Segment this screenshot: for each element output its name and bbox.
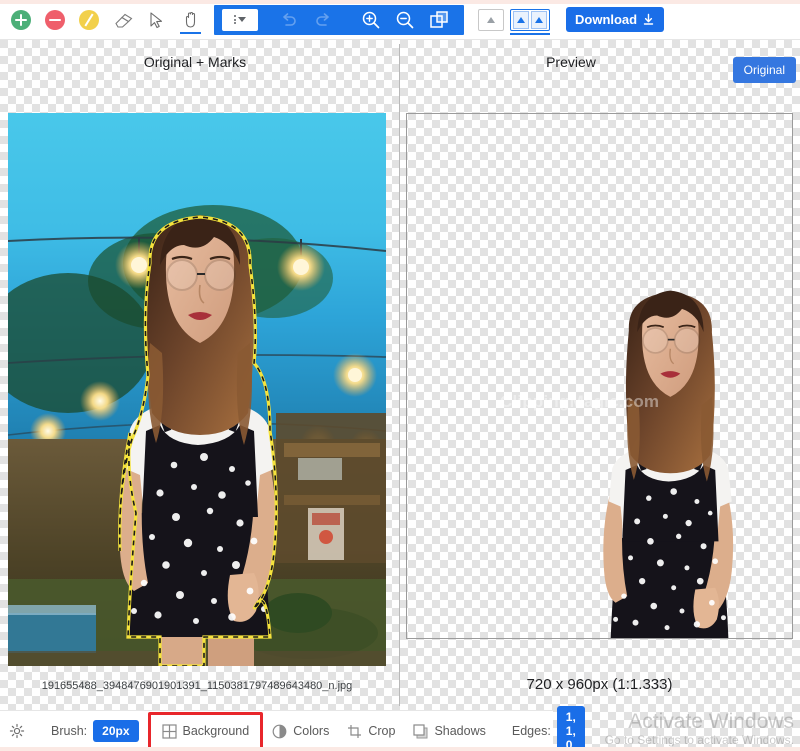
zoom-in-button[interactable] — [354, 6, 388, 34]
zoom-out-button[interactable] — [388, 6, 422, 34]
hand-icon — [181, 10, 201, 30]
view-mode-group — [478, 9, 550, 31]
colors-button[interactable]: Colors — [263, 716, 338, 746]
fit-to-screen-button[interactable] — [422, 6, 456, 34]
background-highlight-box: Background — [148, 712, 264, 750]
preview-cutout — [407, 114, 792, 638]
top-toolbar: Download — [0, 0, 800, 40]
zoom-out-icon — [394, 9, 416, 31]
fit-screen-icon — [428, 9, 450, 31]
download-button[interactable]: Download — [566, 7, 664, 32]
zoom-controls-group — [214, 5, 464, 35]
pointer-tool[interactable] — [141, 5, 172, 35]
activate-windows-subtitle: Go to Settings to activate Windows. — [605, 733, 794, 747]
clipping-magic-editor: Download ? ✕ Original + Marks Preview Or… — [0, 0, 800, 751]
activate-windows-title: Activate Windows — [605, 711, 794, 733]
edges-label: Edges: — [512, 724, 551, 738]
eraser-icon — [113, 10, 133, 30]
shadow-squares-icon — [413, 724, 428, 739]
crop-button[interactable]: Crop — [338, 716, 404, 746]
bottom-accent-stripe — [0, 747, 800, 751]
edges-control[interactable]: Edges: 1, 1, 0 — [503, 716, 594, 746]
shadows-label: Shadows — [434, 724, 485, 738]
background-button[interactable]: Background — [153, 716, 259, 746]
redo-button[interactable] — [306, 6, 340, 34]
settings-button[interactable] — [0, 716, 34, 746]
tool-options-dropdown[interactable] — [222, 9, 258, 31]
background-label: Background — [183, 724, 250, 738]
chevron-down-icon — [238, 17, 246, 22]
edges-value-badge[interactable]: 1, 1, 0 — [557, 706, 585, 751]
view-single-button[interactable] — [478, 9, 504, 31]
single-pane-icon — [487, 17, 495, 23]
view-split-button[interactable] — [510, 9, 550, 31]
shadows-button[interactable]: Shadows — [404, 716, 494, 746]
colors-label: Colors — [293, 724, 329, 738]
preview-dimensions: 720 x 960px (1:1.333) — [406, 676, 793, 693]
undo-arrow-icon — [279, 10, 299, 30]
original-image-canvas[interactable] — [8, 113, 386, 666]
original-photo — [8, 113, 386, 666]
gear-icon — [9, 723, 25, 739]
original-toggle-button[interactable]: Original — [733, 57, 796, 83]
slash-circle-icon — [79, 10, 99, 30]
crop-icon — [347, 724, 362, 739]
brush-label: Brush: — [51, 724, 87, 738]
plus-circle-icon — [11, 10, 31, 30]
zoom-in-icon — [360, 9, 382, 31]
original-filename: 191655488_3948476901901391_1150381797489… — [0, 680, 394, 692]
redo-arrow-icon — [313, 10, 333, 30]
right-panel-title: Preview — [406, 54, 736, 70]
add-marker-green-tool[interactable] — [5, 5, 36, 35]
windows-activation-watermark: Activate Windows Go to Settings to activ… — [605, 711, 794, 747]
grid-squares-icon — [162, 724, 177, 739]
undo-button[interactable] — [272, 6, 306, 34]
remove-marker-red-tool[interactable] — [39, 5, 70, 35]
download-icon — [642, 13, 655, 26]
split-pane-left-icon — [513, 11, 529, 29]
minus-circle-icon — [45, 10, 65, 30]
vertical-dots-icon — [234, 15, 236, 24]
split-pane-right-icon — [531, 11, 547, 29]
preview-frame[interactable] — [406, 113, 793, 639]
pan-hand-tool[interactable] — [175, 5, 206, 35]
contrast-circle-icon — [272, 724, 287, 739]
download-label: Download — [575, 12, 637, 27]
panel-divider — [399, 44, 400, 706]
hair-marker-yellow-tool[interactable] — [73, 5, 104, 35]
eraser-tool[interactable] — [107, 5, 138, 35]
crop-label: Crop — [368, 724, 395, 738]
brush-size-badge[interactable]: 20px — [93, 720, 138, 742]
brush-size-control[interactable]: Brush: 20px — [42, 716, 148, 746]
left-panel-title: Original + Marks — [0, 54, 390, 70]
cursor-arrow-icon — [147, 10, 167, 30]
bottom-toolbar: Brush: 20px Background Colors — [0, 710, 553, 751]
preview-canvas — [407, 114, 792, 638]
